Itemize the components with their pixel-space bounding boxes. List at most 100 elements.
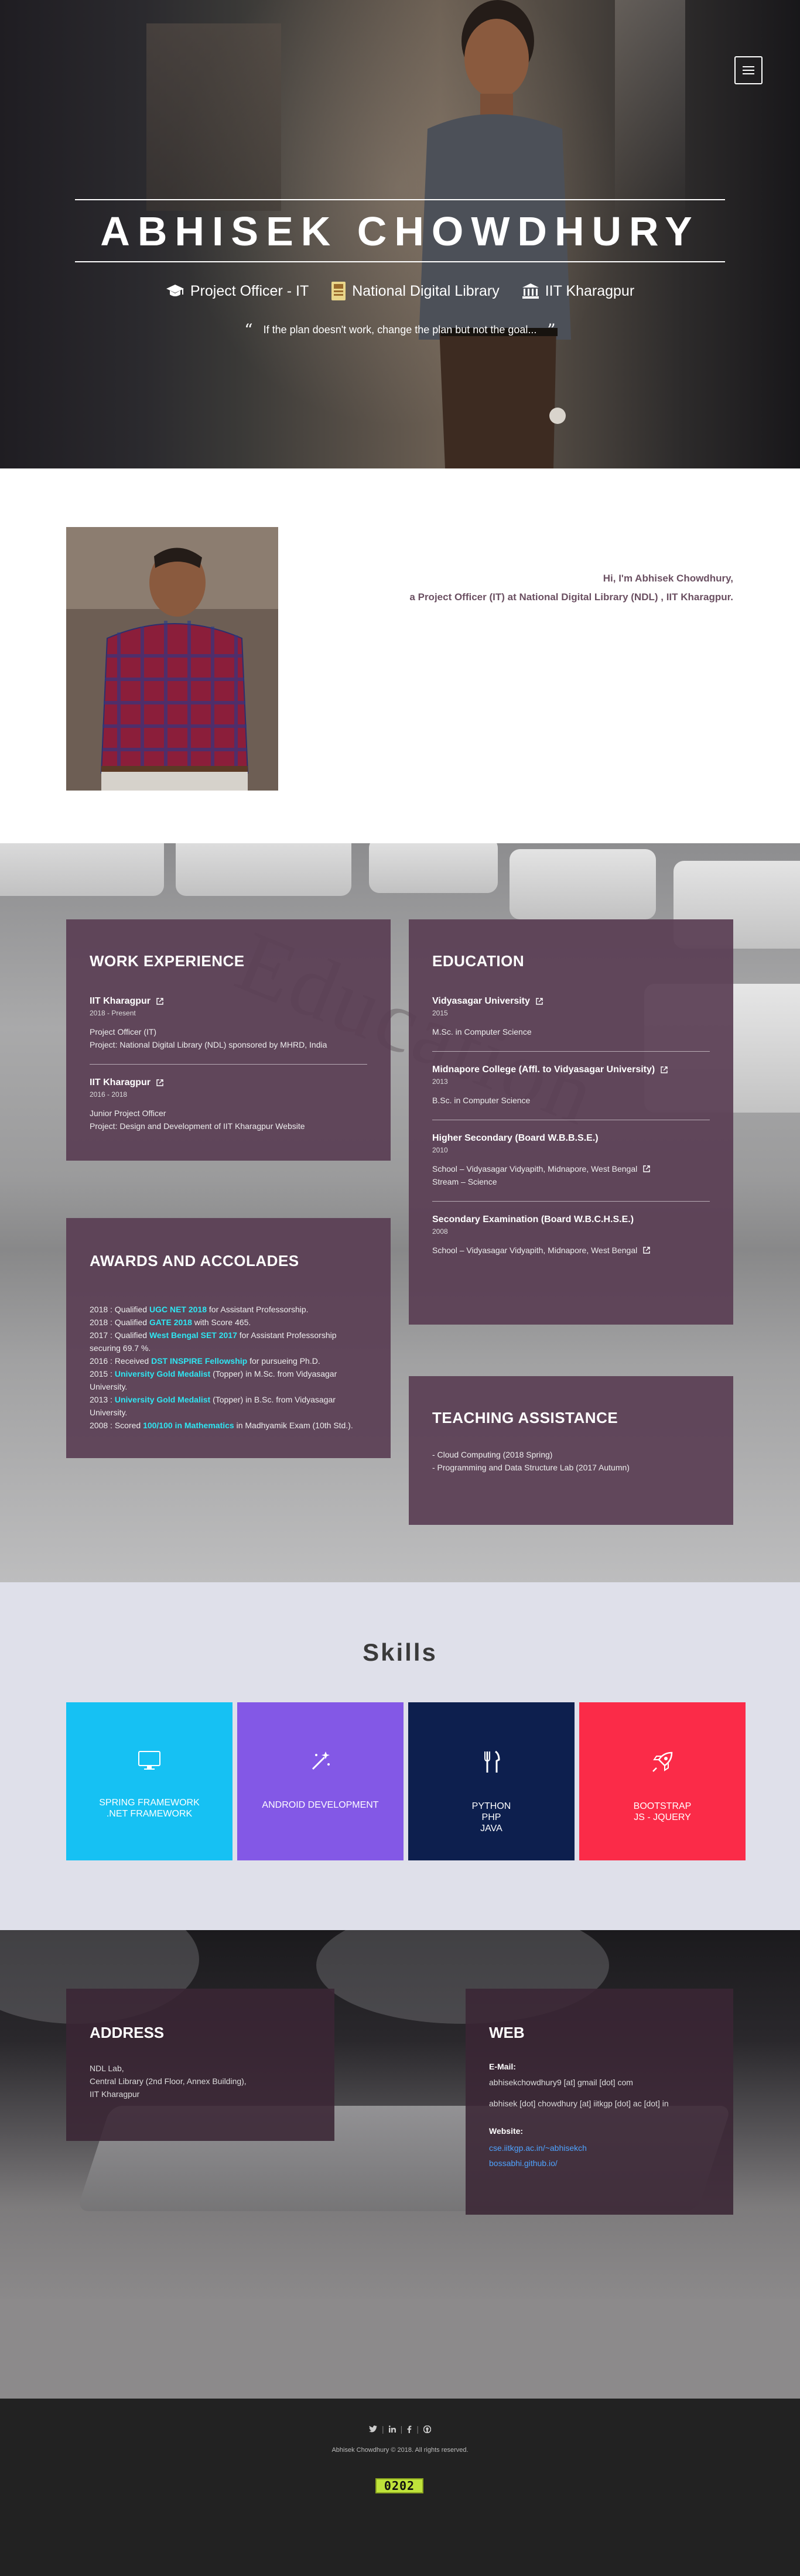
education-year: 2010 — [432, 1146, 448, 1154]
about-description: a Project Officer (IT) at National Digit… — [409, 591, 733, 603]
address-line: Central Library (2nd Floor, Annex Buildi… — [90, 2076, 247, 2086]
education-title: EDUCATION — [432, 952, 525, 970]
award-highlight: University Gold Medalist — [114, 1395, 211, 1404]
menu-toggle-button[interactable] — [734, 56, 763, 84]
work-project: Project: Design and Development of IIT K… — [90, 1121, 305, 1131]
skill-tile-frameworks[interactable]: SPRING FRAMEWORK .NET FRAMEWORK — [66, 1702, 233, 1860]
teaching-item: - Cloud Computing (2018 Spring) — [432, 1450, 553, 1459]
magic-wand-icon — [312, 1751, 330, 1770]
education-year: 2008 — [432, 1227, 448, 1236]
quote-close-icon: ” — [547, 320, 556, 340]
address-lines: NDL Lab, Central Library (2nd Floor, Ann… — [90, 2062, 311, 2101]
hero-roles: Project Officer - IT National Digital Li… — [0, 281, 800, 301]
education-stream: Stream – Science — [432, 1177, 497, 1186]
education-year: 2015 — [432, 1009, 448, 1017]
award-highlight: West Bengal SET 2017 — [149, 1330, 237, 1340]
external-link-icon[interactable] — [156, 1079, 163, 1086]
resume-section: Education WORK EXPERIENCE IIT Kharagpur … — [0, 843, 800, 1582]
website-link[interactable]: bossabhi.github.io/ — [489, 2156, 710, 2171]
visitor-counter: 0202 — [375, 2478, 423, 2493]
rocket-icon — [652, 1751, 673, 1772]
education-school-line: School – Vidyasagar Vidyapith, Midnapore… — [432, 1244, 710, 1257]
hero-name-title: ABHISEK CHOWDHURY — [100, 208, 700, 254]
library-icon — [331, 282, 346, 300]
award-highlight: 100/100 in Mathematics — [143, 1421, 234, 1430]
skill-tile-languages[interactable]: PYTHON PHP JAVA — [408, 1702, 575, 1860]
work-org-link[interactable]: IIT Kharagpur — [90, 996, 151, 1007]
hero-background-shelf — [146, 23, 281, 211]
github-icon[interactable] — [423, 2425, 431, 2433]
spacer-band — [0, 2299, 800, 2399]
role-institute: IIT Kharagpur — [522, 281, 634, 301]
website-link[interactable]: cse.iitkgp.ac.in/~abhisekch — [489, 2140, 710, 2156]
profile-photo — [66, 527, 278, 791]
address-title: ADDRESS — [90, 2024, 165, 2041]
teaching-item: - Programming and Data Structure Lab (20… — [432, 1463, 630, 1472]
bg-keyboard-key — [510, 849, 656, 919]
external-link-icon[interactable] — [156, 998, 163, 1005]
utensils-icon — [484, 1750, 500, 1773]
education-item: Secondary Examination (Board W.B.C.H.S.E… — [432, 1215, 710, 1257]
profile-photo-image — [66, 527, 278, 791]
title-divider-top — [75, 199, 725, 200]
hero-quote-text: If the plan doesn't work, change the pla… — [263, 324, 537, 336]
education-school-link[interactable]: Vidyasagar University — [432, 996, 530, 1007]
awards-list: 2018 : Qualified UGC NET 2018 for Assist… — [90, 1303, 367, 1432]
role-position-label: Project Officer - IT — [190, 282, 309, 299]
separator: | — [382, 2424, 384, 2434]
award-item: 2008 : Scored 100/100 in Mathematics in … — [90, 1421, 353, 1430]
linkedin-icon[interactable] — [388, 2426, 396, 2433]
role-organization: National Digital Library — [331, 281, 500, 301]
twitter-icon[interactable] — [369, 2426, 378, 2433]
hero-section: ABHISEK CHOWDHURY Project Officer - IT N… — [0, 0, 800, 468]
awards-title: AWARDS AND ACCOLADES — [90, 1252, 299, 1270]
email-address: abhisekchowdhury9 [at] gmail [dot] com — [489, 2078, 633, 2087]
address-card: ADDRESS NDL Lab, Central Library (2nd Fl… — [66, 1989, 334, 2141]
website-label: Website: — [489, 2126, 524, 2136]
facebook-icon[interactable] — [407, 2425, 412, 2433]
education-card: EDUCATION Vidyasagar University 2015 M.S… — [409, 919, 733, 1325]
award-item: 2016 : Received DST INSPIRE Fellowship f… — [90, 1356, 320, 1366]
skill-tile-frontend[interactable]: BOOTSTRAP JS - JQUERY — [579, 1702, 746, 1860]
bg-keyboard-key — [0, 843, 164, 896]
award-item: 2018 : Qualified UGC NET 2018 for Assist… — [90, 1305, 309, 1314]
skill-label: BOOTSTRAP JS - JQUERY — [633, 1801, 692, 1822]
teaching-list: - Cloud Computing (2018 Spring) - Progra… — [432, 1448, 710, 1474]
education-degree: B.Sc. in Computer Science — [432, 1096, 531, 1105]
award-item: 2015 : University Gold Medalist (Topper)… — [90, 1369, 337, 1391]
skill-label: ANDROID DEVELOPMENT — [262, 1800, 379, 1810]
skill-tile-android[interactable]: ANDROID DEVELOPMENT — [237, 1702, 404, 1860]
web-title: WEB — [489, 2024, 525, 2041]
external-link-icon[interactable] — [536, 998, 543, 1005]
education-school-name: Higher Secondary (Board W.B.B.S.E.) — [432, 1133, 599, 1143]
education-school-line: School – Vidyasagar Vidyapith, Midnapore… — [432, 1162, 710, 1175]
external-link-icon[interactable] — [661, 1066, 668, 1073]
role-organization-label: National Digital Library — [352, 282, 500, 299]
award-highlight: University Gold Medalist — [114, 1369, 211, 1378]
award-highlight: UGC NET 2018 — [149, 1305, 207, 1314]
divider — [432, 1051, 710, 1052]
external-link-icon[interactable] — [643, 1165, 650, 1172]
teaching-title: TEACHING ASSISTANCE — [432, 1409, 618, 1426]
external-link-icon[interactable] — [643, 1247, 650, 1254]
about-section: Hi, I'm Abhisek Chowdhury, a Project Off… — [0, 468, 800, 843]
role-institute-label: IIT Kharagpur — [545, 282, 635, 299]
skills-section: Skills SPRING FRAMEWORK .NET FRAMEWORK AN… — [0, 1582, 800, 1930]
work-role: Junior Project Officer — [90, 1109, 166, 1118]
education-item: Vidyasagar University 2015 M.Sc. in Comp… — [432, 996, 710, 1038]
divider — [432, 1201, 710, 1202]
about-intro: Hi, I'm Abhisek Chowdhury, a Project Off… — [375, 569, 733, 607]
award-item: 2018 : Qualified GATE 2018 with Score 46… — [90, 1318, 251, 1327]
separator: | — [400, 2424, 403, 2434]
hero-background-lamp — [615, 0, 685, 223]
address-line: NDL Lab, — [90, 2064, 124, 2073]
copyright-text: Abhisek Chowdhury © 2018. All rights res… — [331, 2447, 469, 2454]
bg-keyboard-key — [369, 843, 498, 893]
work-project: Project: National Digital Library (NDL) … — [90, 1040, 327, 1049]
education-school-link[interactable]: Midnapore College (Affl. to Vidyasagar U… — [432, 1065, 655, 1075]
award-highlight: GATE 2018 — [149, 1318, 192, 1327]
work-org-link[interactable]: IIT Kharagpur — [90, 1077, 151, 1088]
award-highlight: DST INSPIRE Fellowship — [151, 1356, 248, 1366]
social-links: | | | — [0, 2424, 800, 2434]
email-address: abhisek [dot] chowdhury [at] iitkgp [dot… — [489, 2099, 669, 2108]
